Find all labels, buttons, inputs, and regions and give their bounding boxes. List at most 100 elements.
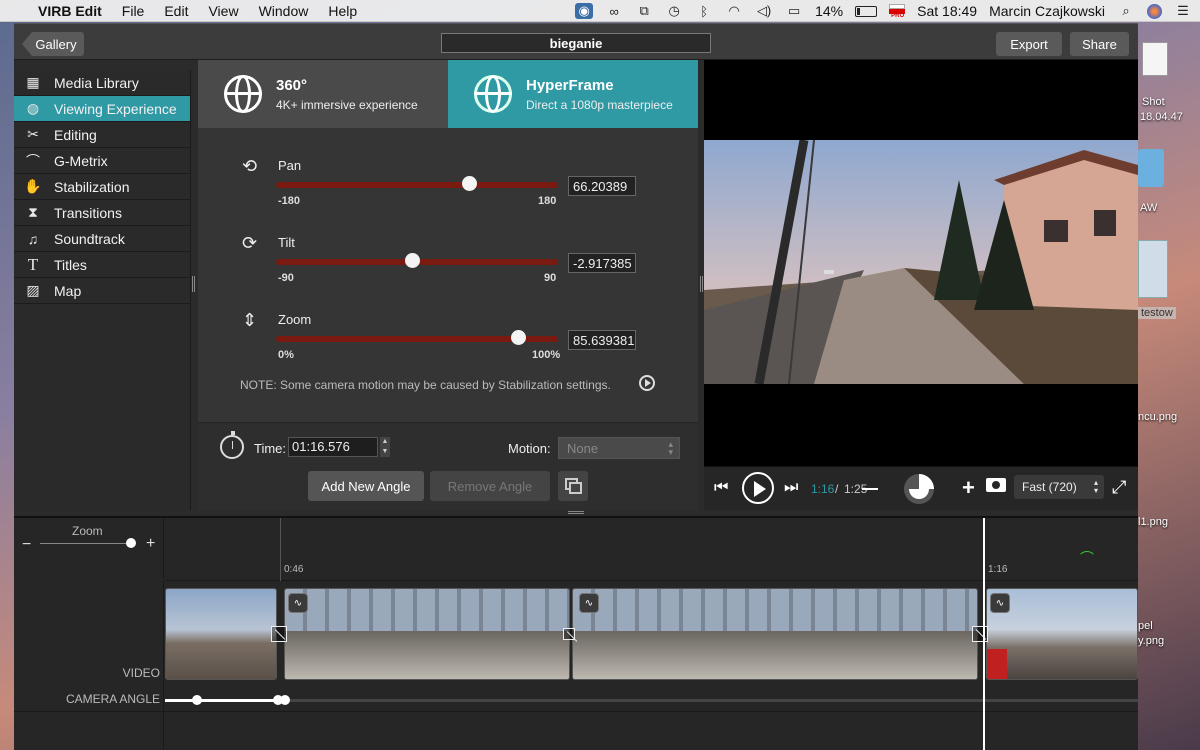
desktop-file-icon[interactable] (1142, 42, 1168, 76)
motion-select[interactable]: None ▴ ▾ (558, 437, 680, 459)
timeline-zoom-thumb[interactable] (126, 538, 136, 548)
sidebar-item-transitions[interactable]: ⧗ Transitions (14, 200, 190, 226)
user-name[interactable]: Marcin Czajkowski (989, 3, 1105, 19)
share-button[interactable]: Share (1070, 32, 1129, 56)
timeline-zoom-slider[interactable] (40, 543, 136, 544)
menu-window[interactable]: Window (249, 3, 319, 19)
menu-edit[interactable]: Edit (154, 3, 198, 19)
time-field[interactable]: 01:16.576 (288, 437, 378, 457)
flag-icon[interactable]: PRO (889, 4, 906, 19)
gmetrix-badge-icon[interactable]: ∿ (579, 593, 599, 613)
desktop-file-icon[interactable] (1138, 240, 1168, 298)
zoom-value-field[interactable]: 85.639381 (568, 330, 636, 350)
video-preview[interactable] (704, 60, 1138, 510)
video-clip[interactable] (572, 588, 978, 680)
project-title-field[interactable]: bieganie (441, 33, 711, 53)
desktop-label[interactable]: AW (1140, 202, 1157, 214)
sidebar-item-media-library[interactable]: ▦ Media Library (14, 70, 190, 96)
time-machine-icon[interactable]: ◷ (665, 3, 683, 19)
sidebar-resize-handle[interactable] (192, 276, 195, 292)
wifi-icon[interactable]: ◠ (725, 3, 743, 19)
battery-percent[interactable]: 14% (815, 3, 843, 19)
tilt-value-field[interactable]: -2.917385 (568, 253, 636, 273)
pan-control: ⟲ Pan -180 180 66.20389 (242, 156, 642, 218)
sidebar-item-g-metrix[interactable]: ⌒ G-Metrix (14, 148, 190, 174)
desktop-label[interactable]: 18.04.47 (1140, 111, 1183, 123)
desktop-label[interactable]: Shot (1142, 96, 1165, 108)
export-button[interactable]: Export (996, 32, 1062, 56)
desktop-label[interactable]: testow (1138, 307, 1176, 319)
camera-angle-keyframe[interactable] (192, 695, 202, 705)
video-clip[interactable] (165, 588, 277, 680)
creative-cloud-icon[interactable]: ∞ (605, 3, 623, 19)
tilt-slider-thumb[interactable] (405, 253, 421, 268)
clock[interactable]: Sat 18:49 (917, 3, 977, 19)
zoom-in-icon[interactable]: + (146, 535, 155, 553)
playhead[interactable] (983, 518, 985, 750)
sidebar-item-viewing-experience[interactable]: ◍ Viewing Experience (14, 96, 190, 122)
airplay-icon[interactable]: ▭ (785, 3, 803, 19)
siri-icon[interactable] (1147, 3, 1162, 19)
spotlight-icon[interactable]: ⌕ (1117, 3, 1135, 19)
transition-marker-icon[interactable] (271, 626, 287, 642)
battery-icon[interactable] (855, 5, 878, 17)
sidebar-item-titles[interactable]: T Titles (14, 252, 190, 278)
skip-forward-icon[interactable]: ⏭ (784, 479, 798, 497)
add-new-angle-button[interactable]: Add New Angle (308, 471, 424, 501)
desktop-label[interactable]: y.png (1138, 635, 1164, 647)
mode-360[interactable]: 360° 4K+ immersive experience (198, 60, 448, 128)
camera-angle-keyframe[interactable] (280, 695, 290, 705)
menu-file[interactable]: File (112, 3, 155, 19)
volume-slider[interactable] (862, 488, 878, 490)
quality-select[interactable]: Fast (720) ▴ ▾ (1014, 475, 1104, 499)
menu-help[interactable]: Help (318, 3, 367, 19)
stabilization-note: NOTE: Some camera motion may be caused b… (240, 378, 611, 392)
mode-hyperframe[interactable]: HyperFrame Direct a 1080p masterpiece (448, 60, 698, 128)
sidebar-item-editing[interactable]: ✂ Editing (14, 122, 190, 148)
transition-marker-icon[interactable] (563, 628, 575, 640)
zoom-control: ⇕ Zoom 0% 100% 85.639381 (242, 310, 642, 372)
virb-tray-icon[interactable]: ◉ (575, 3, 594, 19)
remove-angle-button[interactable]: Remove Angle (430, 471, 550, 501)
duplicate-angle-button[interactable] (558, 471, 588, 501)
pan-value-field[interactable]: 66.20389 (568, 176, 636, 196)
camera-angle-track[interactable] (165, 699, 1138, 702)
camera-icon[interactable] (986, 478, 1006, 492)
pan-slider-track[interactable] (276, 182, 558, 188)
panel-resize-handle[interactable] (568, 511, 584, 514)
video-track-label: VIDEO (122, 666, 160, 680)
gallery-button[interactable]: Gallery (22, 32, 84, 56)
notification-center-icon[interactable]: ☰ (1174, 3, 1192, 19)
sidebar-item-soundtrack[interactable]: ♫ Soundtrack (14, 226, 190, 252)
scissors-icon: ✂ (27, 126, 39, 142)
video-clip[interactable] (284, 588, 570, 680)
zoom-out-icon[interactable]: − (22, 536, 31, 554)
desktop-label[interactable]: ncu.png (1138, 411, 1177, 423)
time-stepper[interactable]: ▲ ▼ (380, 437, 390, 457)
play-button[interactable] (742, 472, 774, 504)
skip-back-icon[interactable]: ⏮ (714, 479, 728, 497)
time-ruler[interactable]: 0:46 1:16 ⌒ (165, 518, 1138, 581)
sidebar-item-stabilization[interactable]: ✋ Stabilization (14, 174, 190, 200)
bluetooth-icon[interactable]: ᛒ (695, 3, 713, 19)
transition-marker-icon[interactable] (972, 626, 988, 642)
desktop-label[interactable]: l1.png (1138, 516, 1168, 528)
desktop-folder-icon[interactable] (1138, 149, 1164, 187)
gmetrix-badge-icon[interactable]: ∿ (288, 593, 308, 613)
sidebar-item-map[interactable]: ▨ Map (14, 278, 190, 304)
preview-resize-handle[interactable] (700, 276, 703, 292)
sidebar-item-label: Soundtrack (54, 230, 125, 247)
menu-app-name[interactable]: VIRB Edit (28, 3, 112, 19)
volume-icon[interactable]: ◁) (755, 3, 773, 19)
playback-speed-dial[interactable] (904, 474, 934, 504)
add-icon[interactable]: + (962, 475, 975, 501)
window-icon[interactable]: ⧉ (635, 3, 653, 19)
gmetrix-badge-icon[interactable]: ∿ (990, 593, 1010, 613)
zoom-slider-thumb[interactable] (510, 330, 526, 345)
desktop-label[interactable]: pel (1138, 620, 1153, 632)
pan-slider-thumb[interactable] (461, 176, 477, 191)
menu-view[interactable]: View (198, 3, 248, 19)
fullscreen-icon[interactable]: ⤢ (1112, 477, 1126, 498)
play-circle-icon[interactable] (639, 375, 655, 391)
tilt-label: Tilt (278, 235, 295, 250)
